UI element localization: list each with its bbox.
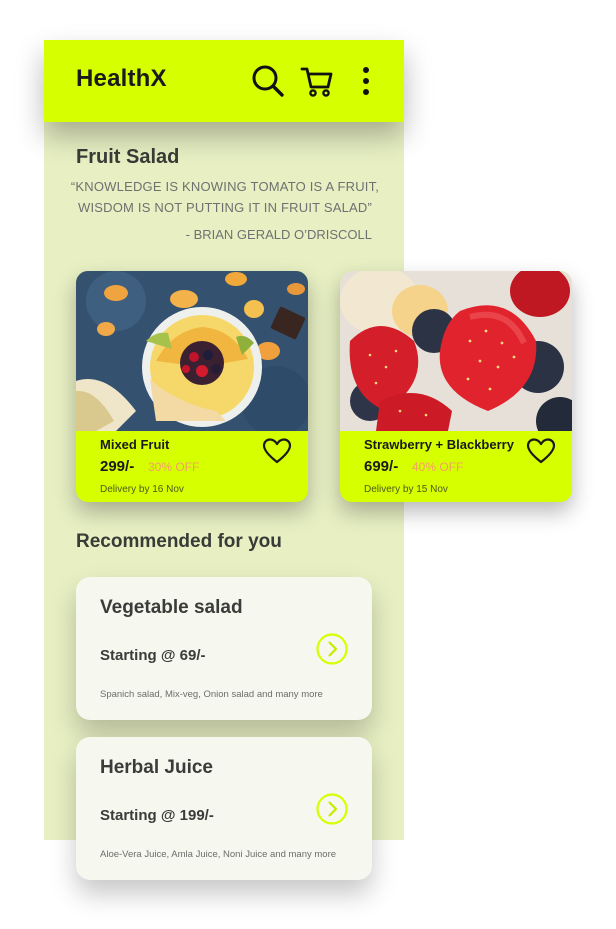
- discount-badge: 40% OFF: [412, 460, 464, 474]
- heart-icon[interactable]: [262, 437, 292, 465]
- recommendation-description: Spanich salad, Mix-veg, Onion salad and …: [100, 689, 323, 700]
- product-name: Strawberry + Blackberry: [364, 437, 514, 452]
- strawberry-blackberry-photo: [340, 271, 572, 431]
- recommendation-price: Starting @ 69/-: [100, 647, 206, 664]
- product-price: 299/-: [100, 458, 135, 475]
- chevron-right-icon[interactable]: [316, 633, 348, 665]
- quote-text: “KNOWLEDGE IS KNOWING TOMATO IS A FRUIT,…: [70, 179, 380, 215]
- product-price: 699/-: [364, 458, 399, 475]
- recommendation-price: Starting @ 199/-: [100, 807, 214, 824]
- recommendation-name: Vegetable salad: [100, 597, 243, 618]
- search-icon[interactable]: [250, 62, 286, 100]
- app-header: HealthX: [44, 40, 404, 122]
- recommendation-name: Herbal Juice: [100, 757, 213, 778]
- recommendation-card-herbal-juice[interactable]: Herbal Juice Starting @ 199/- Aloe-Vera …: [76, 737, 372, 880]
- mixed-fruit-bowl-photo: [76, 271, 308, 431]
- recommendation-description: Aloe-Vera Juice, Amla Juice, Noni Juice …: [100, 849, 337, 860]
- page-title: Fruit Salad: [76, 146, 180, 168]
- delivery-info: Delivery by 16 Nov: [100, 484, 184, 495]
- chevron-right-icon[interactable]: [316, 793, 348, 825]
- brand-logo[interactable]: HealthX: [76, 65, 167, 93]
- product-card-mixed-fruit[interactable]: Mixed Fruit 299/- 30% OFF Delivery by 16…: [76, 271, 308, 502]
- delivery-info: Delivery by 15 Nov: [364, 484, 448, 495]
- quote-author: - BRIAN GERALD O’DRISCOLL: [185, 227, 372, 242]
- cart-icon[interactable]: [299, 62, 335, 100]
- product-card-strawberry-blackberry[interactable]: Strawberry + Blackberry 699/- 40% OFF De…: [340, 271, 572, 502]
- recommended-heading: Recommended for you: [76, 531, 282, 552]
- discount-badge: 30% OFF: [148, 460, 200, 474]
- heart-icon[interactable]: [526, 437, 556, 465]
- more-vertical-icon[interactable]: [352, 62, 380, 100]
- recommendation-card-vegetable-salad[interactable]: Vegetable salad Starting @ 69/- Spanich …: [76, 577, 372, 720]
- product-name: Mixed Fruit: [100, 437, 170, 452]
